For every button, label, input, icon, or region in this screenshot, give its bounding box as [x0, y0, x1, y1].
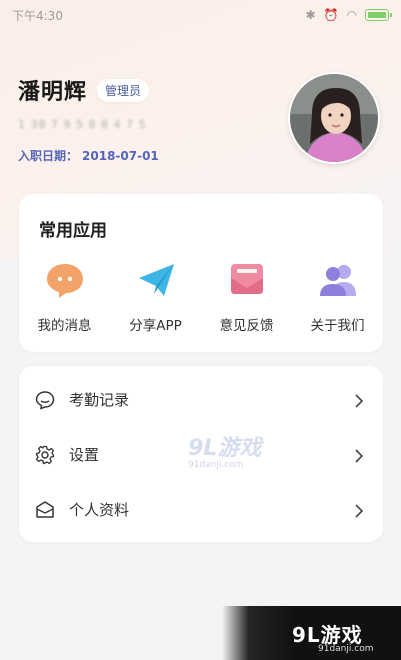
alarm-icon: ⏰ — [323, 8, 339, 22]
role-badge: 管理员 — [97, 78, 150, 102]
chat-bubble-icon — [45, 260, 85, 300]
join-date: 入职日期： 2018-07-01 — [18, 147, 159, 164]
corner-watermark-subtext: 91danji.com — [318, 644, 374, 654]
menu-label: 个人资料 — [69, 501, 130, 519]
apps-title: 常用应用 — [39, 221, 107, 241]
common-apps-card: 常用应用 我的消息 分享APP 意见反馈 关于我们 — [19, 194, 383, 352]
corner-watermark: 9L游戏 91danji.com — [222, 606, 401, 660]
chevron-right-icon — [353, 448, 365, 463]
user-name: 潘明辉 — [18, 80, 88, 105]
paper-plane-icon — [136, 260, 176, 300]
app-about-us[interactable]: 关于我们 — [292, 260, 383, 334]
gear-icon — [35, 445, 55, 465]
menu-item-attendance[interactable]: 考勤记录 — [19, 372, 383, 427]
app-share[interactable]: 分享APP — [110, 260, 201, 334]
app-label: 分享APP — [129, 318, 182, 334]
profile-section: 潘明辉 管理员 1 38 7 9 5 8 8 4 7 5 入职日期： 2018-0… — [18, 74, 159, 164]
avatar[interactable] — [288, 72, 380, 164]
menu-label: 设置 — [69, 446, 100, 464]
status-time: 下午4:30 — [12, 8, 63, 23]
bluetooth-icon: ✱ — [305, 8, 316, 22]
chevron-right-icon — [353, 393, 365, 408]
app-label: 关于我们 — [310, 318, 365, 334]
status-bar: 下午4:30 ✱ ⏰ ◠ — [0, 0, 401, 30]
mail-icon — [35, 500, 55, 520]
apps-row: 我的消息 分享APP 意见反馈 关于我们 — [19, 260, 383, 334]
join-date-label: 入职日期： — [18, 149, 79, 163]
watermark-text: 9L游戏 — [188, 436, 262, 461]
people-icon — [318, 260, 358, 300]
menu-label: 考勤记录 — [69, 391, 130, 409]
menu-item-profile[interactable]: 个人资料 — [19, 482, 383, 537]
app-label: 意见反馈 — [219, 318, 274, 334]
app-my-messages[interactable]: 我的消息 — [19, 260, 110, 334]
watermark-logo: 9L游戏 91danji.com — [188, 430, 261, 470]
wifi-icon: ◠ — [346, 8, 357, 22]
envelope-icon — [227, 260, 267, 300]
phone-number: 1 38 7 9 5 8 8 4 7 5 — [18, 118, 147, 131]
watermark-subtext: 91danji.com — [188, 460, 244, 470]
status-icons: ✱ ⏰ ◠ — [305, 8, 392, 22]
chevron-right-icon — [353, 503, 365, 518]
battery-icon — [365, 9, 392, 21]
comment-icon — [35, 390, 55, 410]
app-feedback[interactable]: 意见反馈 — [201, 260, 292, 334]
app-label: 我的消息 — [37, 318, 92, 334]
join-date-value: 2018-07-01 — [82, 149, 159, 163]
